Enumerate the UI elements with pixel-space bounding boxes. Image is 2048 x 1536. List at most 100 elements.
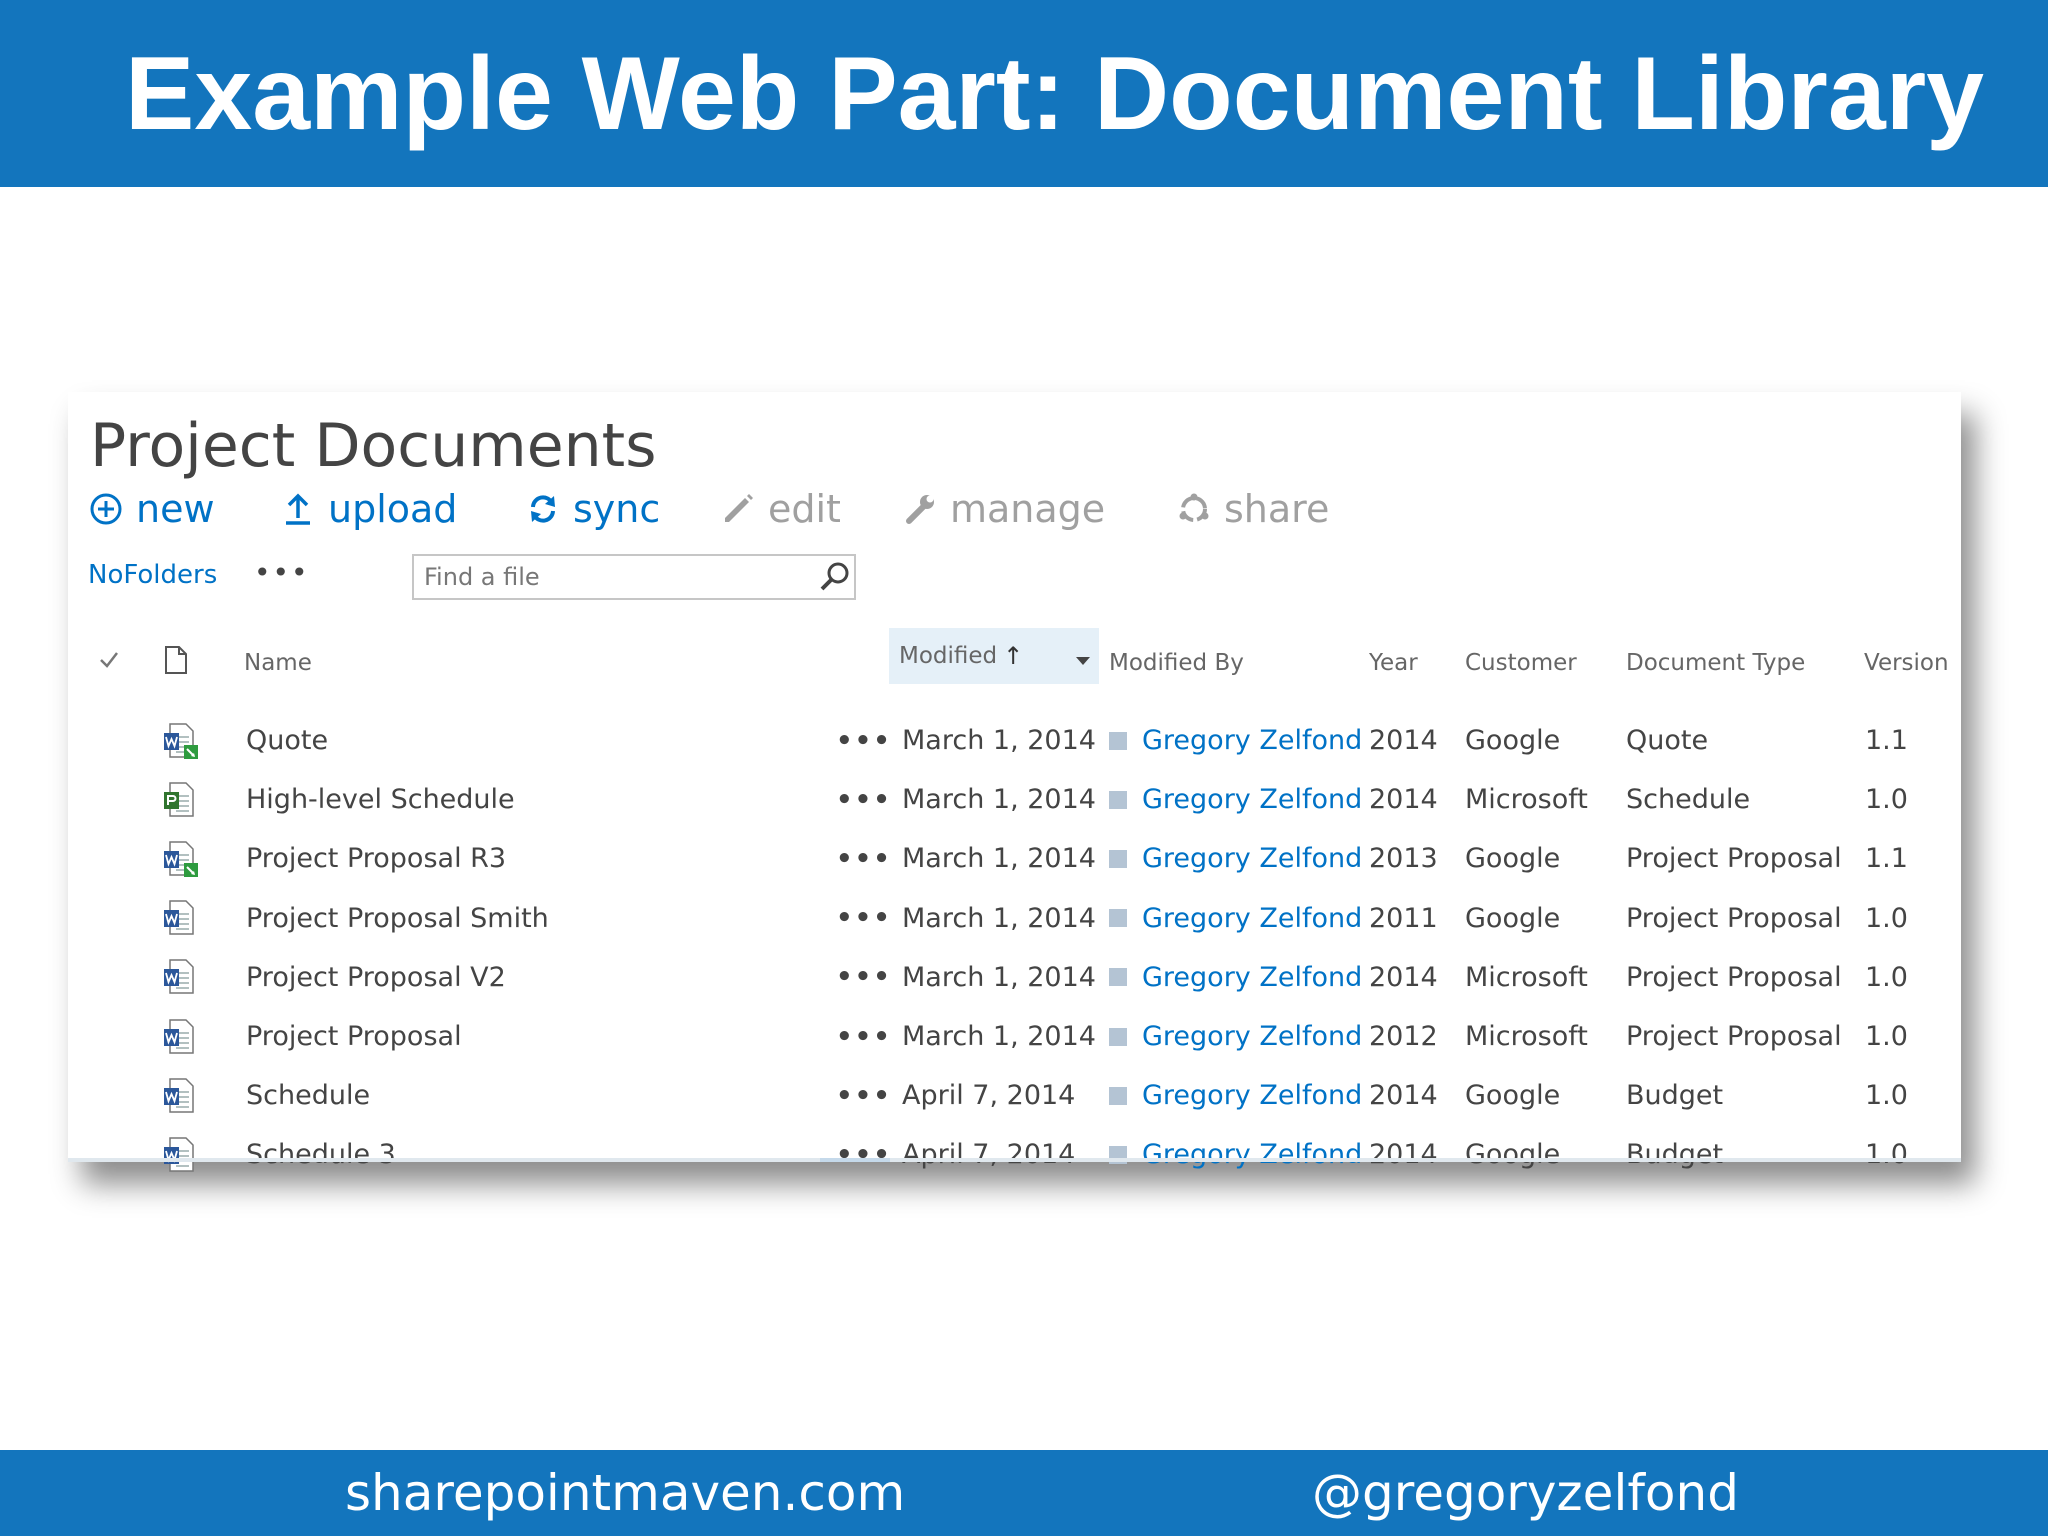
column-header-name[interactable]: Name <box>244 638 312 688</box>
document-row[interactable]: Project Proposal V2 ••• March 1, 2014 Grego… <box>68 948 1961 1007</box>
modified-by-link[interactable]: Gregory Zelfond <box>1142 889 1362 948</box>
word-doc-icon[interactable] <box>162 948 202 1007</box>
modified-by-link[interactable]: Gregory Zelfond <box>1142 1066 1362 1125</box>
view-more-button[interactable]: ••• <box>254 556 310 589</box>
document-name-link[interactable]: Project Proposal Smith <box>246 889 549 948</box>
item-menu-ellipsis-button[interactable]: ••• <box>836 829 892 888</box>
share-button[interactable]: share <box>1174 484 1329 534</box>
column-header-version[interactable]: Version <box>1864 638 1949 688</box>
column-header-year[interactable]: Year <box>1369 638 1418 688</box>
version-value: 1.0 <box>1865 1139 1908 1171</box>
document-name-link[interactable]: Schedule 3 <box>246 1125 396 1184</box>
customer-value: Google <box>1465 843 1561 875</box>
view-selector-nofolders[interactable]: NoFolders <box>88 560 217 590</box>
item-menu-ellipsis-button[interactable]: ••• <box>836 770 892 829</box>
customer-value: Google <box>1465 725 1561 756</box>
new-button[interactable]: new <box>86 484 215 534</box>
item-menu-ellipsis-button[interactable]: ••• <box>836 1125 892 1184</box>
find-file-input[interactable] <box>412 554 856 600</box>
column-header-modified[interactable]: Modified ↑ <box>889 628 1099 684</box>
sync-button[interactable]: sync <box>523 484 660 534</box>
customer-value: Microsoft <box>1465 1021 1588 1052</box>
column-header-modified-by[interactable]: Modified By <box>1109 638 1244 688</box>
modified-by-link[interactable]: Gregory Zelfond <box>1142 711 1362 770</box>
document-row[interactable]: Schedule ••• April 7, 2014 Gregory Zelfond 2… <box>68 1066 1961 1125</box>
document-name-link[interactable]: Quote <box>246 711 328 770</box>
word-doc-icon[interactable] <box>162 889 202 948</box>
search-icon[interactable] <box>818 560 852 594</box>
document-type-value: Schedule <box>1626 784 1751 816</box>
modified-by-link[interactable]: Gregory Zelfond <box>1142 829 1362 888</box>
word-doc-edit-icon[interactable] <box>162 711 202 770</box>
presence-indicator-icon <box>1109 1066 1127 1125</box>
upload-arrow-icon <box>278 489 318 529</box>
item-menu-ellipsis-button[interactable]: ••• <box>836 948 892 1007</box>
footer-website: sharepointmaven.com <box>345 1464 906 1522</box>
pencil-icon <box>718 489 758 529</box>
presence-indicator-icon <box>1109 889 1127 948</box>
sync-icon <box>523 489 563 529</box>
year-value: 2013 <box>1369 843 1438 875</box>
modified-by-link[interactable]: Gregory Zelfond <box>1142 1007 1362 1066</box>
item-menu-ellipsis-button[interactable]: ••• <box>836 1007 892 1066</box>
slide-title: Example Web Part: Document Library <box>125 36 1984 152</box>
year-value: 2014 <box>1369 1139 1438 1171</box>
modified-by-link[interactable]: Gregory Zelfond <box>1142 1125 1362 1184</box>
customer-value: Microsoft <box>1465 961 1588 993</box>
column-header-customer[interactable]: Customer <box>1465 638 1577 688</box>
version-value: 1.0 <box>1865 961 1908 993</box>
column-header-type[interactable] <box>164 638 204 688</box>
modified-by-link[interactable]: Gregory Zelfond <box>1142 770 1362 829</box>
dropdown-arrow-icon[interactable] <box>1075 646 1091 672</box>
year-value: 2014 <box>1369 784 1438 816</box>
customer-value: Google <box>1465 902 1561 934</box>
document-row[interactable]: Project Proposal R3 ••• March 1, 2014 Grego… <box>68 829 1961 888</box>
version-value: 1.0 <box>1865 902 1908 934</box>
scroll-indicator <box>820 1158 890 1162</box>
modified-by-link[interactable]: Gregory Zelfond <box>1142 948 1362 1007</box>
modified-date: April 7, 2014 <box>902 1139 1076 1171</box>
document-name-link[interactable]: Project Proposal V2 <box>246 948 506 1007</box>
customer-value: Google <box>1465 1080 1561 1112</box>
add-circle-icon <box>86 489 126 529</box>
new-label: new <box>136 487 215 531</box>
manage-button[interactable]: manage <box>900 484 1105 534</box>
customer-value: Google <box>1465 1139 1561 1171</box>
word-doc-edit-icon[interactable] <box>162 829 202 888</box>
document-row[interactable]: Project Proposal Smith ••• March 1, 2014 Gr… <box>68 889 1961 948</box>
document-row[interactable]: Schedule 3 ••• April 7, 2014 Gregory Zelfon… <box>68 1125 1961 1184</box>
year-value: 2014 <box>1369 961 1438 993</box>
item-menu-ellipsis-button[interactable]: ••• <box>836 889 892 948</box>
document-name-link[interactable]: Project Proposal <box>246 1007 462 1066</box>
document-name-link[interactable]: Project Proposal R3 <box>246 829 506 888</box>
version-value: 1.0 <box>1865 1080 1908 1112</box>
modified-date: March 1, 2014 <box>902 902 1096 934</box>
document-name-link[interactable]: Schedule <box>246 1066 370 1125</box>
year-value: 2014 <box>1369 1080 1438 1112</box>
item-menu-ellipsis-button[interactable]: ••• <box>836 1066 892 1125</box>
project-doc-icon[interactable] <box>162 770 202 829</box>
document-type-value: Project Proposal <box>1626 1021 1842 1052</box>
select-all-checkbox[interactable] <box>98 638 128 688</box>
share-icon <box>1174 489 1214 529</box>
document-row[interactable]: High-level Schedule ••• March 1, 2014 Grego… <box>68 770 1961 829</box>
version-value: 1.1 <box>1865 725 1908 756</box>
document-row[interactable]: Project Proposal ••• March 1, 2014 Gregory … <box>68 1007 1961 1066</box>
presence-indicator-icon <box>1109 770 1127 829</box>
footer-handle: @gregoryzelfond <box>1312 1464 1739 1522</box>
document-row[interactable]: Quote ••• March 1, 2014 Gregory Zelfond 2014… <box>68 711 1961 770</box>
column-header-document-type[interactable]: Document Type <box>1626 638 1805 688</box>
slide-footer-bar: sharepointmaven.com @gregoryzelfond <box>0 1450 2048 1536</box>
word-doc-icon[interactable] <box>162 1007 202 1066</box>
document-name-link[interactable]: High-level Schedule <box>246 770 515 829</box>
edit-label: edit <box>768 487 841 531</box>
word-doc-icon[interactable] <box>162 1066 202 1125</box>
word-doc-icon[interactable] <box>162 1125 202 1184</box>
year-value: 2014 <box>1369 725 1438 756</box>
wrench-icon <box>900 489 940 529</box>
modified-date: March 1, 2014 <box>902 1021 1096 1052</box>
edit-button[interactable]: edit <box>718 484 841 534</box>
item-menu-ellipsis-button[interactable]: ••• <box>836 711 892 770</box>
upload-button[interactable]: upload <box>278 484 457 534</box>
library-title[interactable]: Project Documents <box>90 408 656 484</box>
